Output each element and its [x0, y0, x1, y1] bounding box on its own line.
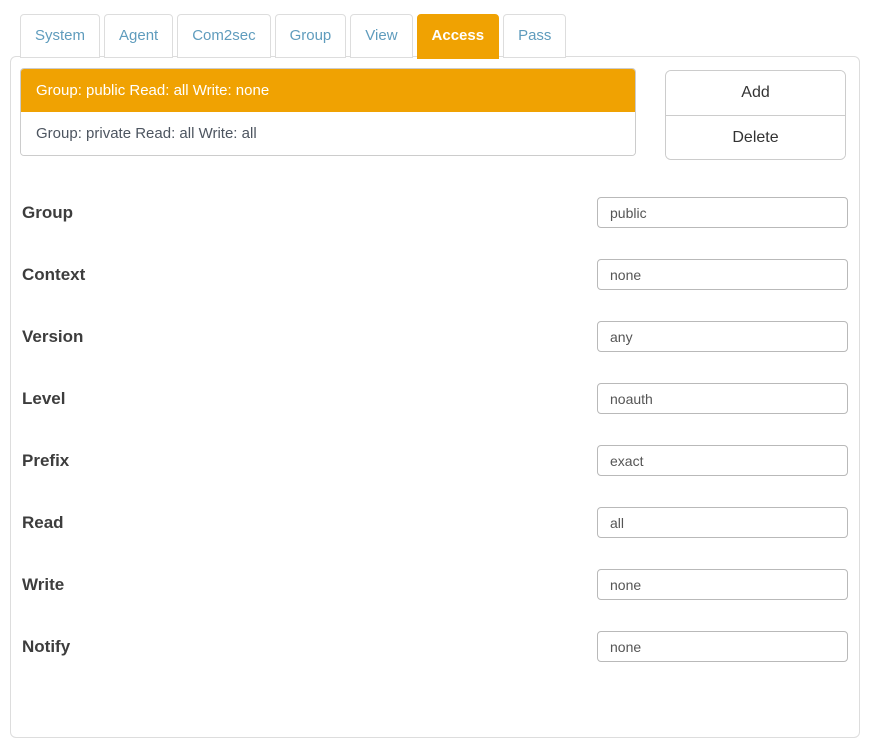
tab-label: Access — [432, 27, 485, 44]
field-input-read[interactable] — [597, 507, 848, 538]
form-row: Read — [22, 507, 848, 538]
form-row: Write — [22, 569, 848, 600]
add-button[interactable]: Add — [666, 71, 845, 115]
tab-group[interactable]: Group — [275, 14, 347, 58]
access-entry-text: Group: public Read: all Write: none — [36, 82, 269, 99]
tab-view[interactable]: View — [350, 14, 412, 58]
form-row: Context — [22, 259, 848, 290]
form-row: Prefix — [22, 445, 848, 476]
field-input-level[interactable] — [597, 383, 848, 414]
form-row: Notify — [22, 631, 848, 662]
list-actions: Add Delete — [665, 70, 846, 160]
field-label: Level — [22, 389, 65, 408]
access-entry-text: Group: private Read: all Write: all — [36, 125, 257, 142]
field-input-group[interactable] — [597, 197, 848, 228]
access-entry-list: Group: public Read: all Write: none Grou… — [20, 68, 636, 156]
field-input-context[interactable] — [597, 259, 848, 290]
tab-pass[interactable]: Pass — [503, 14, 566, 58]
tab-label: View — [365, 27, 397, 44]
field-input-prefix[interactable] — [597, 445, 848, 476]
tab-system[interactable]: System — [20, 14, 100, 58]
field-label: Write — [22, 575, 64, 594]
access-entry-item[interactable]: Group: private Read: all Write: all — [21, 112, 635, 155]
tab-label: Pass — [518, 27, 551, 44]
field-input-notify[interactable] — [597, 631, 848, 662]
tab-access[interactable]: Access — [417, 14, 500, 59]
tab-com2sec[interactable]: Com2sec — [177, 14, 270, 58]
field-label: Notify — [22, 637, 70, 656]
tab-label: System — [35, 27, 85, 44]
field-input-version[interactable] — [597, 321, 848, 352]
tab-agent[interactable]: Agent — [104, 14, 173, 58]
access-entry-item[interactable]: Group: public Read: all Write: none — [21, 69, 635, 112]
form-row: Version — [22, 321, 848, 352]
field-label: Group — [22, 203, 73, 222]
field-label: Version — [22, 327, 83, 346]
field-label: Prefix — [22, 451, 69, 470]
tab-bar: System Agent Com2sec Group View Access P… — [20, 14, 566, 59]
tab-label: Agent — [119, 27, 158, 44]
field-label: Context — [22, 265, 85, 284]
delete-button[interactable]: Delete — [666, 115, 845, 159]
tab-label: Com2sec — [192, 27, 255, 44]
tab-label: Group — [290, 27, 332, 44]
form-row: Level — [22, 383, 848, 414]
form-row: Group — [22, 197, 848, 228]
field-label: Read — [22, 513, 64, 532]
field-input-write[interactable] — [597, 569, 848, 600]
